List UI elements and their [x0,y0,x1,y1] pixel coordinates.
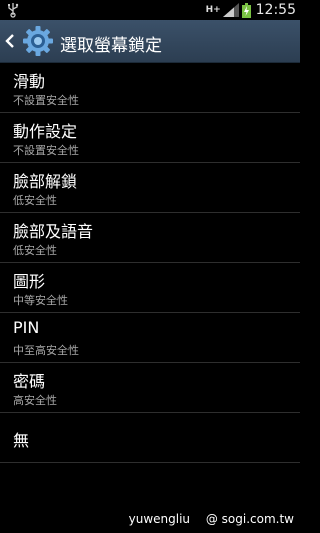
option-subtitle: 高安全性 [13,394,57,407]
settings-gear-icon[interactable] [22,25,54,57]
signal-icon [222,3,239,17]
option-subtitle: 不設置安全性 [13,144,79,157]
back-arrow-icon[interactable] [5,34,15,48]
network-type-label: H+ [205,5,221,15]
action-bar: 選取螢幕鎖定 [0,20,300,63]
lock-option-list: 滑動 不設置安全性 動作設定 不設置安全性 臉部解鎖 低安全性 臉部及語音 低安… [0,63,300,463]
option-title: 圖形 [13,272,46,291]
status-bar: H+ 12:55 [0,0,300,20]
option-face-unlock[interactable]: 臉部解鎖 低安全性 [0,163,300,213]
option-title: 臉部及語音 [13,222,94,241]
option-title: 無 [13,431,30,450]
option-motion[interactable]: 動作設定 不設置安全性 [0,113,300,163]
option-title: 臉部解鎖 [13,172,78,191]
option-password[interactable]: 密碼 高安全性 [0,363,300,413]
battery-charging-icon [241,2,251,18]
option-title: PIN [13,318,40,337]
option-title: 密碼 [13,372,46,391]
option-none[interactable]: 無 [0,413,300,463]
option-face-and-voice[interactable]: 臉部及語音 低安全性 [0,213,300,263]
watermark: yuwengliu @ sogi.com.tw [129,512,294,526]
status-clock: 12:55 [255,2,296,18]
option-subtitle: 低安全性 [13,244,57,257]
option-subtitle: 不設置安全性 [13,94,79,107]
option-pin[interactable]: PIN 中至高安全性 [0,313,300,363]
option-subtitle: 中至高安全性 [13,344,79,357]
watermark-user: yuwengliu [128,512,191,526]
option-subtitle: 中等安全性 [13,294,68,307]
page-title: 選取螢幕鎖定 [60,36,162,56]
usb-icon [8,3,19,18]
option-pattern[interactable]: 圖形 中等安全性 [0,263,300,313]
option-swipe[interactable]: 滑動 不設置安全性 [0,63,300,113]
watermark-site: @ sogi.com.tw [205,512,294,526]
option-subtitle: 低安全性 [13,194,57,207]
option-title: 滑動 [13,72,46,91]
option-title: 動作設定 [13,122,78,141]
